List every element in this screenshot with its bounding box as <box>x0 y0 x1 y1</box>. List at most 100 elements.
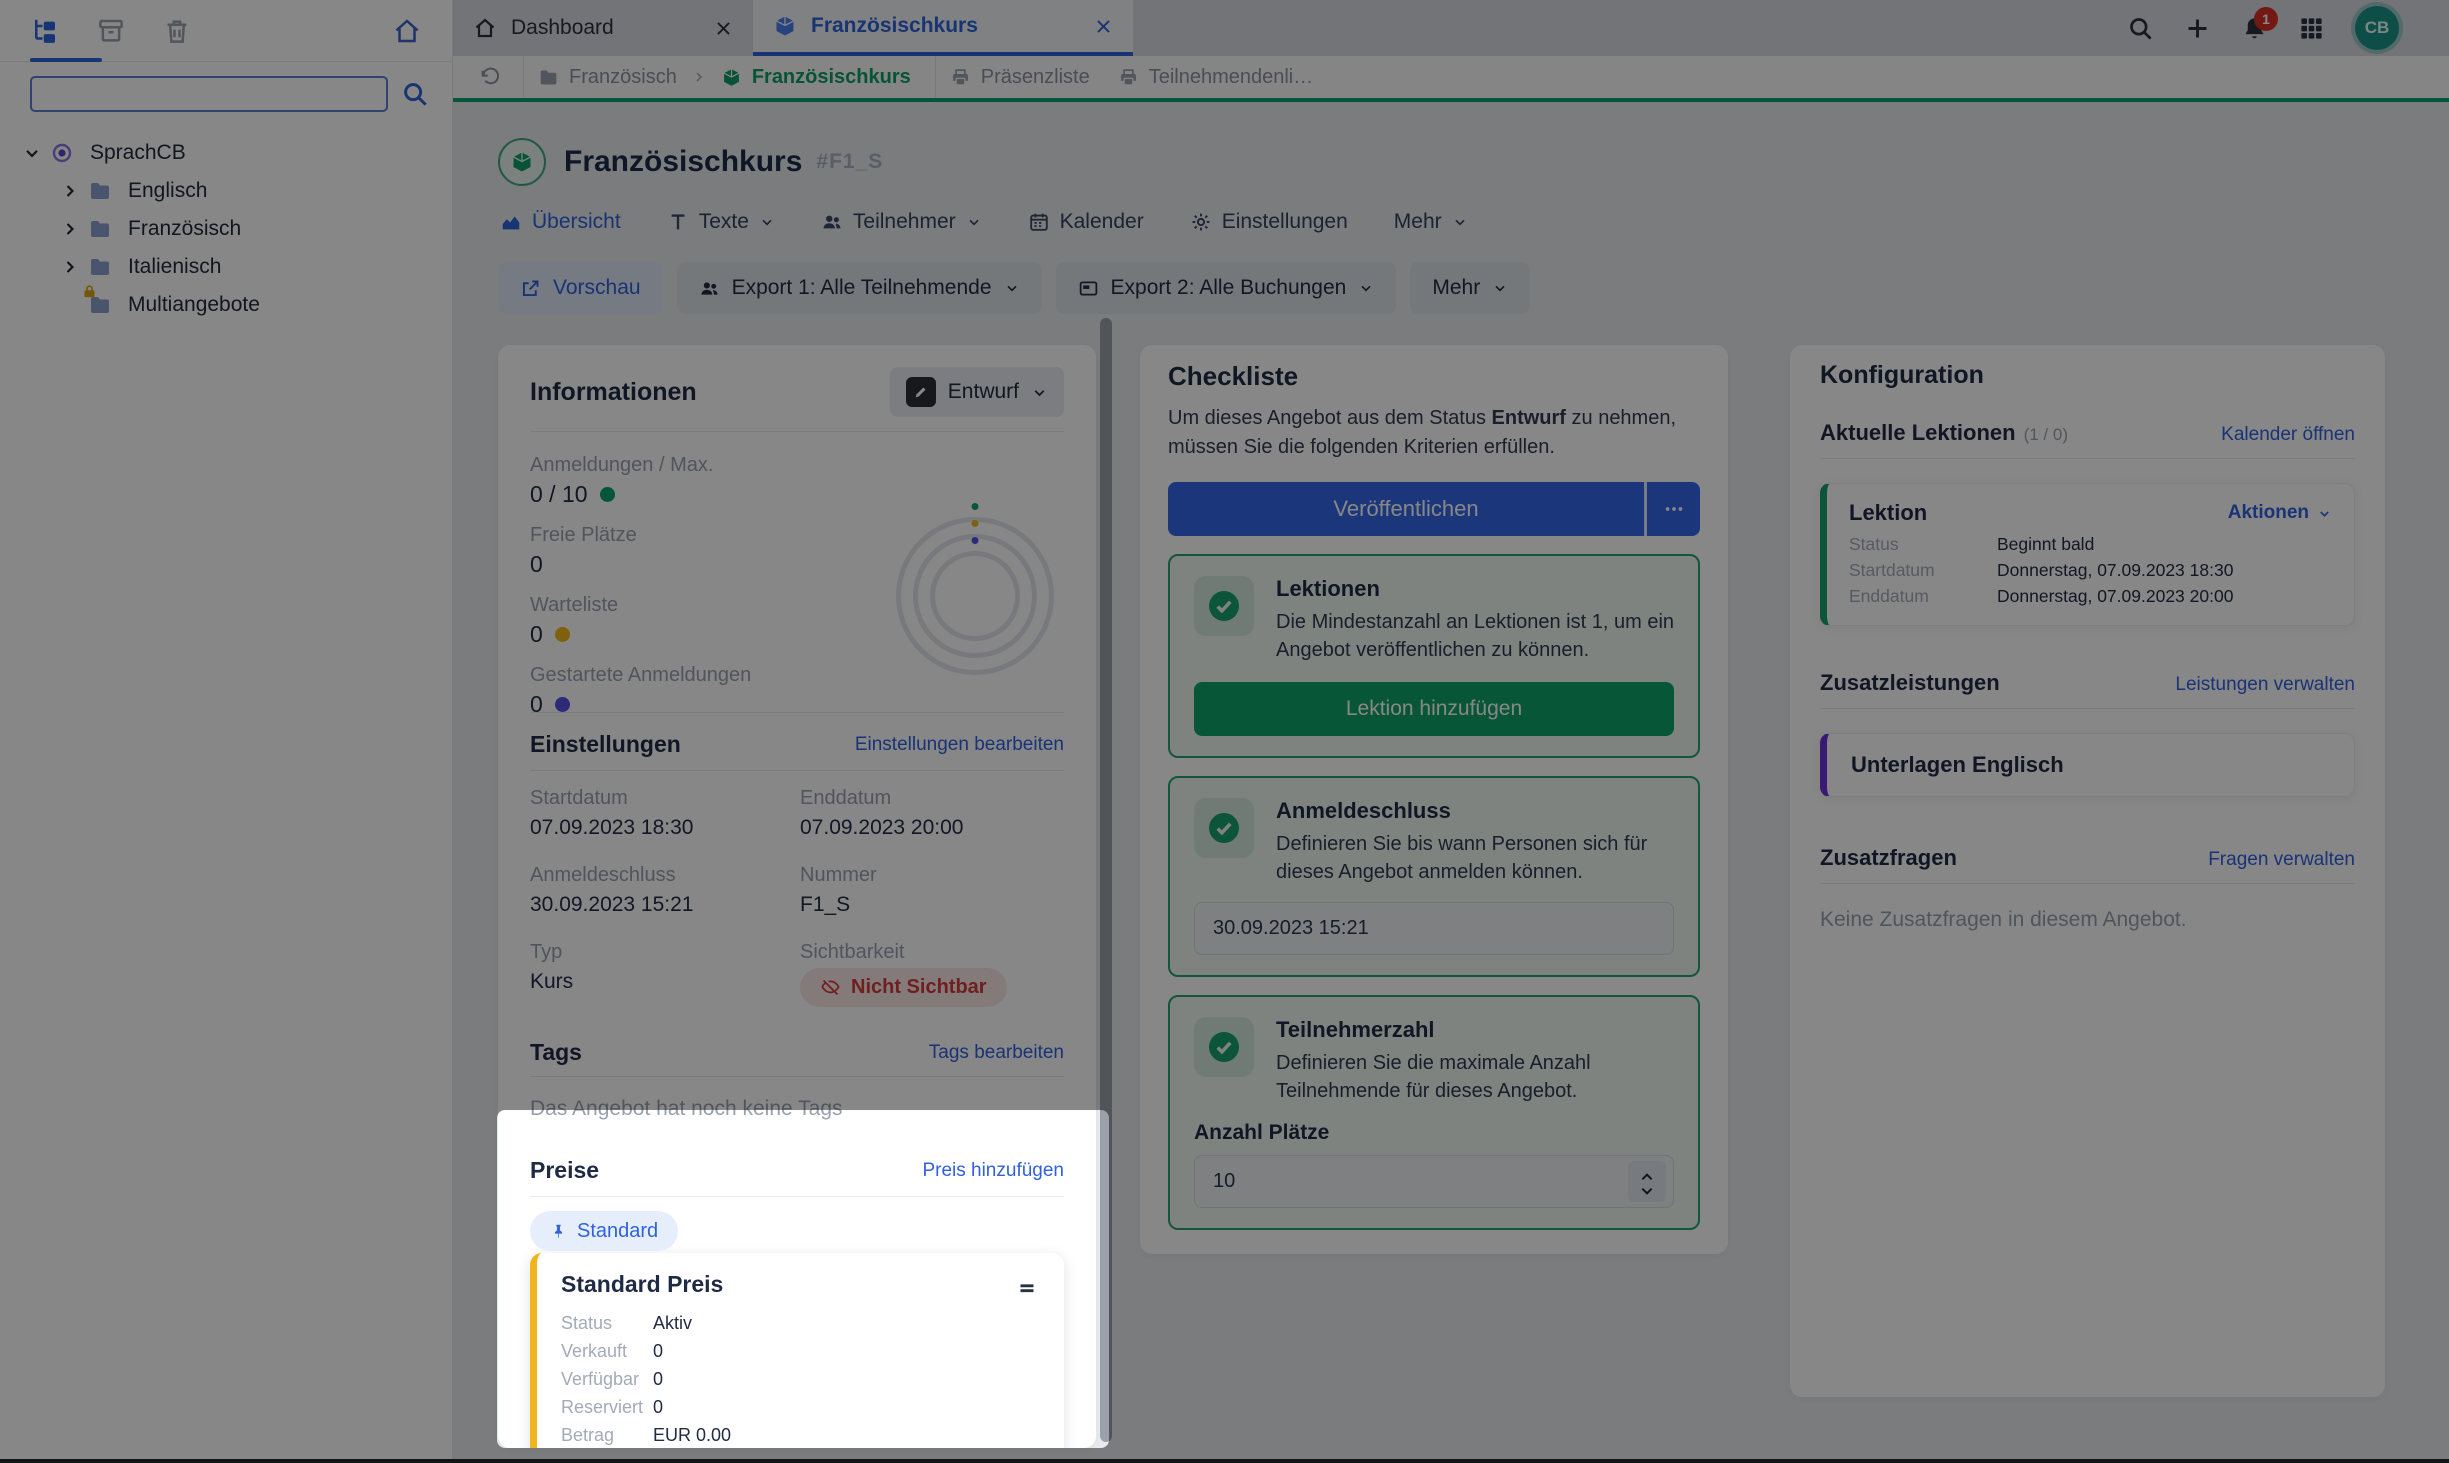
tree-item-englisch[interactable]: Englisch <box>22 172 442 210</box>
breadcrumb-folder[interactable]: Französisch <box>538 66 677 89</box>
tab-mehr[interactable]: Mehr <box>1394 210 1468 234</box>
page-header: Französischkurs #F1_S <box>498 138 883 186</box>
stepper-up-icon[interactable] <box>1639 1169 1655 1181</box>
lesson-count: (1 / 0) <box>2023 425 2068 444</box>
tab-dashboard[interactable]: Dashboard <box>453 0 753 56</box>
chevron-right-icon[interactable] <box>60 257 80 277</box>
add-button[interactable] <box>2184 15 2211 42</box>
gauge-dot-indigo <box>971 537 979 544</box>
chevron-right-icon[interactable] <box>60 181 80 201</box>
edit-settings-link[interactable]: Einstellungen bearbeiten <box>855 734 1064 756</box>
tab-uebersicht[interactable]: Übersicht <box>500 210 621 234</box>
folder-icon <box>88 217 112 241</box>
tab-label: Dashboard <box>511 16 614 39</box>
drag-handle-icon[interactable] <box>1014 1275 1040 1301</box>
home-icon <box>473 16 497 40</box>
export1-button[interactable]: Export 1: Alle Teilnehmende <box>676 262 1042 314</box>
standard-price-card: Standard Preis Status Aktiv Verkauft 0 Ver… <box>530 1253 1064 1448</box>
global-search-button[interactable] <box>2127 15 2154 42</box>
tree-root-sprachcb[interactable]: SprachCB <box>22 134 442 172</box>
trash-tab[interactable] <box>162 16 192 46</box>
chart-icon <box>500 211 522 233</box>
export2-button[interactable]: Export 2: Alle Buchungen <box>1055 262 1397 314</box>
tab-teilnehmer[interactable]: Teilnehmer <box>821 210 982 234</box>
user-avatar[interactable]: CB <box>2355 6 2399 50</box>
divider <box>1820 458 2355 459</box>
section-title: Zusatzleistungen <box>1820 670 2000 695</box>
text-icon <box>667 211 689 233</box>
gauge-dot-green <box>971 503 979 510</box>
tab-franzoesischkurs[interactable]: Französischkurs <box>753 0 1133 56</box>
tree-item-franzoesisch[interactable]: Französisch <box>22 210 442 248</box>
chevron-down-icon[interactable] <box>22 143 42 163</box>
tree-item-multiangebote[interactable]: Multiangebote <box>22 285 442 324</box>
leistungen-verwalten-link[interactable]: Leistungen verwalten <box>2175 674 2355 696</box>
button-label: Mehr <box>1432 276 1481 299</box>
veroeffentlichen-button[interactable]: Veröffentlichen <box>1168 482 1644 536</box>
archive-tab[interactable] <box>96 16 126 46</box>
tab-label: Texte <box>698 210 749 233</box>
tree-item-italienisch[interactable]: Italienisch <box>22 248 442 286</box>
publish-split-button: Veröffentlichen <box>1168 482 1700 536</box>
price-card-title: Standard Preis <box>561 1271 724 1297</box>
breadcrumb-divider <box>523 56 524 98</box>
breadcrumb: Französisch Französischkurs Präsenzliste… <box>453 56 2449 98</box>
search-input[interactable] <box>30 76 388 112</box>
search-button[interactable] <box>400 79 430 109</box>
panel-title: Informationen <box>530 377 697 406</box>
tree-view-tab[interactable] <box>30 16 60 46</box>
tags-empty-text: Das Angebot hat noch keine Tags <box>530 1097 843 1120</box>
close-icon[interactable] <box>714 19 733 38</box>
anzahl-plaetze-input[interactable] <box>1194 1155 1674 1208</box>
locked-folder-icon <box>84 285 112 317</box>
print-link-praesenzliste[interactable]: Präsenzliste <box>950 66 1090 89</box>
ellipsis-icon <box>1665 507 1682 511</box>
edit-tags-link[interactable]: Tags bearbeiten <box>929 1042 1064 1064</box>
cube-icon <box>773 14 797 38</box>
lektion-hinzufuegen-button[interactable]: Lektion hinzufügen <box>1194 682 1674 736</box>
tree-item-label: Italienisch <box>128 255 222 278</box>
print-link-label: Präsenzliste <box>980 65 1090 88</box>
column-scrollbar[interactable] <box>1100 318 1112 1442</box>
aktionen-dropdown[interactable]: Aktionen <box>2228 502 2332 524</box>
fragen-verwalten-link[interactable]: Fragen verwalten <box>2208 849 2355 871</box>
status-dropdown-button[interactable]: Entwurf <box>889 367 1064 417</box>
sidebar-home-button[interactable] <box>392 16 422 46</box>
divider <box>530 770 1064 771</box>
breadcrumb-current[interactable]: Französischkurs <box>721 66 911 89</box>
booking-card-icon <box>1078 278 1099 299</box>
stepper-down-icon[interactable] <box>1639 1183 1655 1195</box>
tab-einstellungen[interactable]: Einstellungen <box>1190 210 1348 234</box>
external-link-icon <box>520 278 541 299</box>
organization-icon <box>50 141 74 165</box>
chevron-down-icon <box>1004 280 1020 296</box>
chevron-right-icon[interactable] <box>60 219 80 239</box>
settings-fields: Startdatum 07.09.2023 18:30 Enddatum 07.… <box>530 787 1064 1007</box>
publish-more-button[interactable] <box>1644 482 1700 536</box>
notifications-button[interactable]: 1 <box>2241 6 2278 42</box>
close-icon[interactable] <box>1094 17 1113 36</box>
checklist-item-teilnehmerzahl: Teilnehmerzahl Definieren Sie die maxima… <box>1168 995 1700 1230</box>
kalender-oeffnen-link[interactable]: Kalender öffnen <box>2221 424 2355 446</box>
tab-kalender[interactable]: Kalender <box>1028 210 1144 234</box>
chevron-down-icon <box>1358 280 1374 296</box>
gauge-dot-amber <box>971 520 979 527</box>
sidebar: SprachCB Englisch Französisch Italienisc… <box>0 0 453 1463</box>
vorschau-button[interactable]: Vorschau <box>498 262 663 314</box>
mehr-button[interactable]: Mehr <box>1410 262 1531 314</box>
capacity-gauge <box>896 503 1054 675</box>
unterlagen-englisch-card[interactable]: Unterlagen Englisch <box>1820 733 2355 797</box>
print-link-teilnehmendenliste[interactable]: Teilnehmendenli… <box>1118 66 1313 89</box>
tree-root-label: SprachCB <box>90 141 186 164</box>
apps-grid-button[interactable] <box>2298 15 2325 42</box>
tab-texte[interactable]: Texte <box>667 210 775 234</box>
check-circle-icon <box>1209 591 1239 621</box>
active-tab-underline <box>30 58 102 62</box>
calendar-icon <box>1028 211 1050 233</box>
standard-price-pill[interactable]: Standard <box>530 1211 679 1251</box>
course-tabs: Übersicht Texte Teilnehmer Kalender Eins… <box>500 210 1468 234</box>
add-price-link[interactable]: Preis hinzufügen <box>922 1160 1064 1182</box>
history-back-icon[interactable] <box>479 66 501 88</box>
anmeldeschluss-date-input[interactable] <box>1194 902 1674 955</box>
button-label: Vorschau <box>553 276 641 299</box>
